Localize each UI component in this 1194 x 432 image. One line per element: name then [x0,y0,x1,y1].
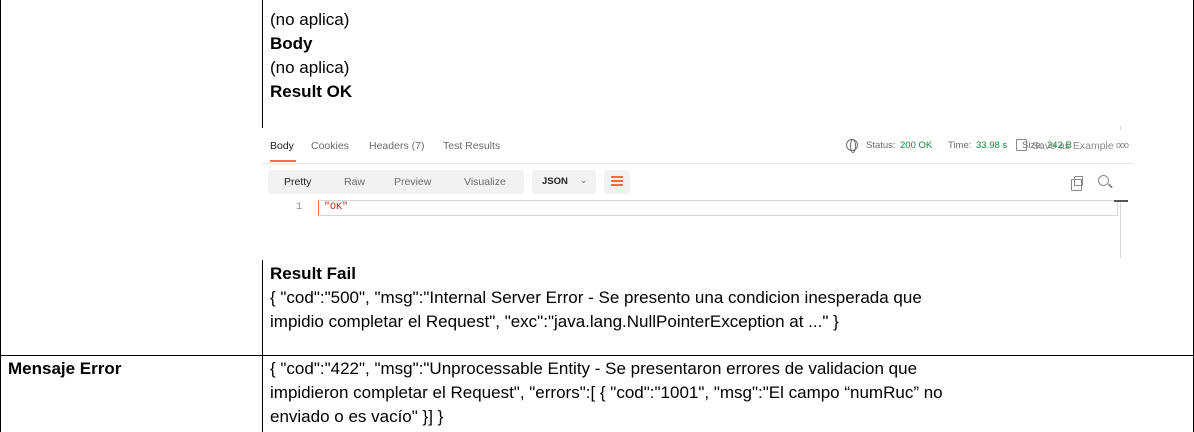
wrap-lines-icon[interactable] [604,170,630,194]
search-icon[interactable] [1098,175,1109,186]
line-number: 1 [296,202,303,213]
view-mode-selector: Pretty Raw Preview Visualize [268,170,524,194]
table-row-divider [0,355,1194,356]
result-fail-text: impidio completar el Request", "exc":"ja… [270,312,839,331]
scrollbar-thumb[interactable] [1114,200,1128,202]
active-tab-indicator [270,160,296,162]
save-icon[interactable] [1016,139,1027,151]
mensaje-error-text: enviado o es vacío" }] } [270,407,444,426]
copy-icon[interactable] [1071,176,1083,191]
document-table: (no aplica) Body (no aplica) Result OK B… [0,0,1194,432]
response-tabs: Body Cookies Headers (7) Test Results St… [262,134,1134,164]
tab-headers-label: Headers [369,140,409,152]
more-options-icon[interactable]: ooo [1116,140,1129,150]
chevron-down-icon: ⌄ [580,175,588,185]
vertical-scrollbar[interactable] [1120,200,1121,258]
mensaje-error-text: impidieron completar el Request", "error… [270,383,943,402]
save-example-group: Save as Example ooo [1016,134,1134,154]
view-pretty[interactable]: Pretty [284,176,311,188]
format-label: JSON [542,176,568,187]
code-line[interactable]: "OK" [324,202,348,213]
result-fail-heading: Result Fail [270,264,356,283]
result-ok-heading: Result OK [270,82,353,101]
response-toolbar: Pretty Raw Preview Visualize JSON ⌄ [262,168,1134,196]
time-value: 33.98 s [976,140,1008,151]
no-aplica-text: (no aplica) [270,58,350,77]
view-visualize[interactable]: Visualize [464,176,506,188]
tab-test-results[interactable]: Test Results [443,140,500,152]
status-label: Status: [866,140,896,151]
format-dropdown[interactable]: JSON ⌄ [532,170,596,194]
time-label: Time: [948,140,972,151]
tab-body[interactable]: Body [270,140,294,152]
globe-icon[interactable] [846,139,858,153]
tab-cookies[interactable]: Cookies [311,140,349,152]
tab-headers[interactable]: Headers (7) [369,140,424,152]
response-code-area: 1 "OK" [262,200,1134,258]
save-as-example-button[interactable]: Save as Example [1032,140,1114,152]
view-preview[interactable]: Preview [394,176,431,188]
mensaje-error-text: { "cod":"422", "msg":"Unprocessable Enti… [270,359,918,378]
body-heading: Body [270,34,313,53]
panel-edge [1120,126,1121,130]
headers-count: (7) [411,140,425,152]
view-raw[interactable]: Raw [344,176,365,188]
mensaje-error-label: Mensaje Error [8,359,122,378]
status-value: 200 OK [900,140,933,151]
no-aplica-text: (no aplica) [270,10,350,29]
code-line-highlight [318,200,1118,216]
result-fail-text: { "cod":"500", "msg":"Internal Server Er… [270,288,922,307]
table-border-left [0,0,1,432]
postman-response-panel: Body Cookies Headers (7) Test Results St… [262,126,1134,260]
